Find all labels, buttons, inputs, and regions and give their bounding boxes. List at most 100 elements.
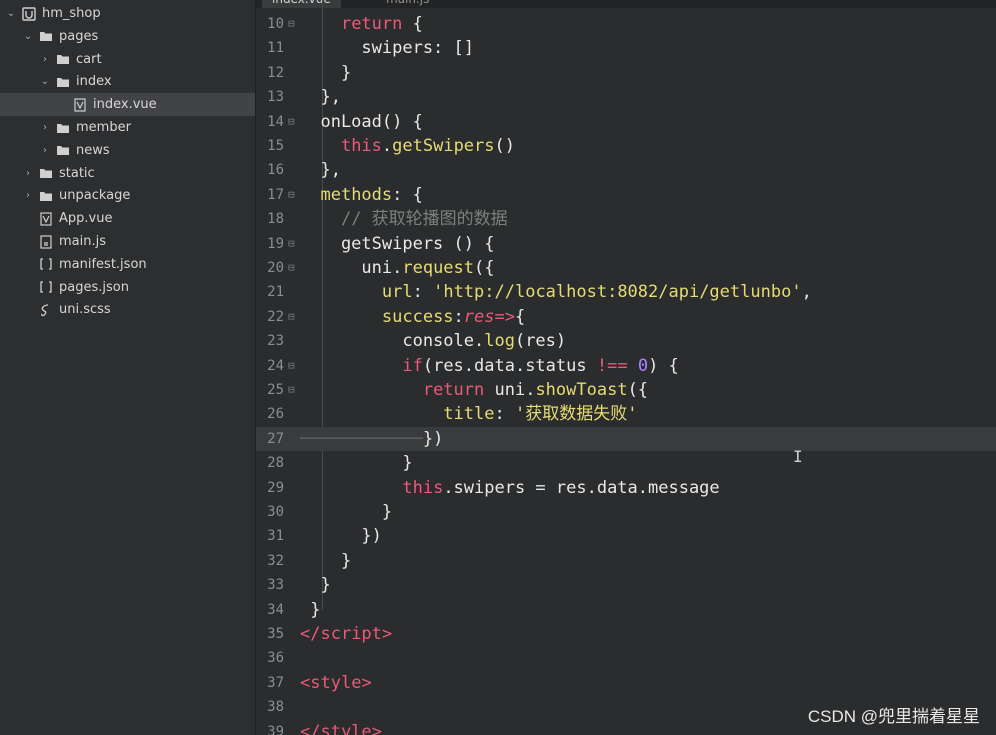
code-line[interactable]: 32 }: [256, 549, 996, 573]
code-line[interactable]: 27 ────────────}): [256, 426, 996, 452]
code-line[interactable]: 11 swipers: []: [256, 36, 996, 60]
line-number: 13: [267, 89, 284, 106]
code-text: getSwipers () {: [300, 232, 495, 256]
tree-item-manifest-json[interactable]: manifest.json: [0, 253, 255, 276]
tree-item-member[interactable]: › member: [0, 116, 255, 139]
chevron-right-icon[interactable]: ›: [40, 122, 50, 133]
code-line[interactable]: 23 console.log(res): [256, 329, 996, 353]
code-token: onLoad() {: [300, 111, 423, 132]
line-number: 19: [267, 235, 284, 252]
folder-icon: [56, 143, 70, 157]
fold-toggle-icon[interactable]: ⊟: [288, 232, 295, 256]
code-text: }: [300, 573, 330, 597]
line-number: 33: [267, 577, 284, 594]
tree-item-pages[interactable]: ⌄ pages: [0, 25, 255, 48]
tree-item-pages-json[interactable]: pages.json: [0, 276, 255, 299]
code-line[interactable]: 16 },: [256, 158, 996, 182]
tree-item-label: index: [76, 74, 112, 90]
tree-item-cart[interactable]: › cart: [0, 48, 255, 71]
chevron-right-icon[interactable]: ›: [40, 145, 50, 156]
code-line[interactable]: 30 }: [256, 500, 996, 524]
code-line[interactable]: 15 this.getSwipers(): [256, 134, 996, 158]
chevron-right-icon[interactable]: ›: [23, 168, 33, 179]
tree-item-uni-scss[interactable]: uni.scss: [0, 298, 255, 321]
tree-item-label: static: [59, 165, 95, 181]
line-number: 15: [267, 138, 284, 154]
watermark: CSDN @兜里揣着星星: [807, 707, 980, 726]
code-line[interactable]: 13 },: [256, 85, 996, 109]
line-number: 23: [267, 333, 284, 350]
code-line[interactable]: 21 url: 'http://localhost:8082/api/getlu…: [256, 280, 996, 304]
chevron-right-icon[interactable]: ›: [40, 54, 50, 65]
tree-item-static[interactable]: › static: [0, 162, 255, 185]
fold-toggle-icon[interactable]: ⊟: [288, 12, 295, 36]
folder-icon: [56, 121, 70, 135]
code-line[interactable]: 18 // 获取轮播图的数据: [256, 207, 996, 231]
tab-index-vue[interactable]: index.vue: [262, 0, 341, 8]
code-line[interactable]: 34 }: [256, 598, 996, 622]
tree-item-label: member: [76, 120, 131, 135]
code-token: ) {: [648, 355, 679, 376]
code-line[interactable]: 19 ⊟ getSwipers () {: [256, 232, 996, 256]
tree-item-label: App.vue: [59, 211, 113, 227]
code-line[interactable]: 22 ⊟ success:res=>{: [256, 305, 996, 329]
code-token: script: [320, 624, 382, 644]
code-token: uni.: [484, 380, 536, 400]
line-number: 34: [267, 601, 284, 618]
code-line[interactable]: 20 ⊟ uni.request({: [256, 256, 996, 280]
code-text: // 获取轮播图的数据: [300, 207, 508, 231]
code-text: </style>: [300, 720, 382, 735]
code-line[interactable]: 14 ⊟ onLoad() {: [256, 110, 996, 134]
code-line[interactable]: 24 ⊟ if(res.data.status !== 0) {: [256, 354, 996, 378]
code-token: showToast: [535, 380, 628, 400]
code-line[interactable]: 10 ⊟ return {: [256, 12, 996, 36]
tree-item-unpackage[interactable]: › unpackage: [0, 184, 255, 207]
chevron-down-icon[interactable]: ⌄: [6, 8, 16, 19]
code-line[interactable]: 17 ⊟ methods: {: [256, 183, 996, 207]
code-text: title: '获取数据失败': [300, 402, 637, 426]
chevron-down-icon[interactable]: ⌄: [23, 31, 33, 42]
folder-icon: [39, 166, 53, 180]
code-token: }): [300, 526, 382, 547]
code-editor[interactable]: index.vue main.js 10⊟ return {11 swipers…: [256, 0, 996, 735]
code-line[interactable]: 12 }: [256, 61, 996, 85]
json-file-icon: [39, 280, 53, 294]
code-line[interactable]: 31 }): [256, 524, 996, 548]
tree-item-index-vue[interactable]: index.vue: [0, 93, 255, 117]
line-number: 11: [267, 40, 284, 57]
code-line[interactable]: 37 <style>: [256, 671, 996, 695]
line-number: 14: [267, 113, 284, 130]
code-token: request: [402, 258, 475, 278]
tree-item-hm-shop[interactable]: ⌄ hm_shop: [0, 2, 255, 25]
code-line[interactable]: 29 this.swipers = res.data.message: [256, 476, 996, 500]
code-line[interactable]: 28 }: [256, 451, 996, 475]
chevron-down-icon[interactable]: ⌄: [40, 76, 50, 87]
code-token: :: [412, 282, 434, 303]
tree-item-news[interactable]: › news: [0, 139, 255, 162]
fold-toggle-icon[interactable]: ⊟: [288, 256, 295, 280]
code-token: 0: [637, 355, 649, 376]
fold-toggle-icon[interactable]: ⊟: [288, 378, 295, 402]
code-text: this.getSwipers(): [300, 134, 515, 158]
code-line[interactable]: 26 title: '获取数据失败': [256, 402, 996, 426]
code-line[interactable]: 25 ⊟ return uni.showToast({: [256, 378, 996, 402]
code-line[interactable]: 36: [256, 646, 996, 670]
fold-toggle-icon[interactable]: ⊟: [288, 305, 295, 329]
tree-item-main-js[interactable]: main.js: [0, 230, 255, 253]
ide-window: ⌄ hm_shop ⌄ pages › cart ⌄ index index.vue › membe…: [0, 0, 996, 735]
chevron-right-icon[interactable]: ›: [23, 190, 33, 201]
fold-toggle-icon[interactable]: ⊟: [288, 183, 295, 207]
code-token: }): [422, 428, 444, 449]
code-line[interactable]: 35 </script>: [256, 622, 996, 646]
code-line[interactable]: 33 }: [256, 573, 996, 597]
tree-item-app-vue[interactable]: App.vue: [0, 207, 255, 230]
tree-item-index[interactable]: ⌄ index: [0, 70, 255, 93]
tab-main-js[interactable]: main.js: [376, 0, 439, 8]
fold-toggle-icon[interactable]: ⊟: [288, 354, 295, 378]
line-number: 35: [267, 626, 284, 642]
code-text: url: 'http://localhost:8082/api/getlunbo…: [300, 280, 812, 304]
fold-toggle-icon[interactable]: ⊟: [288, 110, 295, 134]
